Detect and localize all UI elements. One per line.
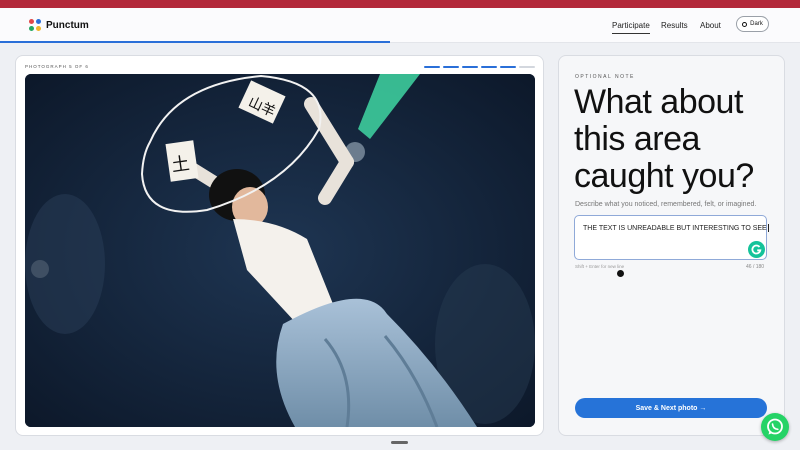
nav-results[interactable]: Results: [661, 21, 688, 30]
note-input-text: THE TEXT IS UNREADABLE BUT INTERESTING T…: [583, 224, 769, 232]
progress-segment: [500, 66, 516, 68]
progress-segment: [443, 66, 459, 68]
photograph[interactable]: 山羊 土: [25, 74, 535, 427]
photo-counter-label: PHOTOGRAPH 5 OF 6: [25, 64, 89, 69]
photo-progress: [424, 66, 538, 68]
site-header: Punctum Participate Results About Dark: [0, 8, 800, 43]
sign-text-left: 土: [170, 153, 191, 176]
note-description: Describe what you noticed, remembered, f…: [575, 201, 757, 208]
note-section-label: OPTIONAL NOTE: [575, 74, 635, 80]
whatsapp-button[interactable]: [761, 413, 789, 441]
top-accent-stripe: [0, 0, 800, 8]
grammarly-icon[interactable]: [748, 241, 765, 258]
note-input-value: THE TEXT IS UNREADABLE BUT INTERESTING T…: [583, 224, 767, 232]
save-next-button[interactable]: Save & Next photo →: [575, 398, 767, 418]
brand-logo[interactable]: Punctum: [29, 19, 89, 31]
theme-toggle-button[interactable]: Dark: [736, 16, 769, 32]
nav-participate[interactable]: Participate: [612, 21, 650, 34]
app-name: Punctum: [46, 19, 89, 31]
character-count: 46 / 180: [746, 264, 765, 270]
whatsapp-icon: [767, 418, 783, 435]
photograph-image: 山羊 土: [25, 74, 535, 427]
mouse-cursor-dot: [617, 270, 624, 277]
drag-handle[interactable]: [391, 441, 408, 444]
theme-toggle-label: Dark: [750, 21, 763, 27]
header-progress-line: [0, 41, 390, 43]
note-textarea[interactable]: THE TEXT IS UNREADABLE BUT INTERESTING T…: [574, 215, 769, 260]
note-question-title: What about this area caught you?: [574, 83, 754, 195]
text-caret: [767, 224, 769, 232]
grammarly-glyph: [751, 244, 762, 255]
punctum-logo-icon: [29, 19, 41, 31]
input-hint: Shift + Enter for new line: [575, 264, 625, 269]
progress-segment: [519, 66, 535, 68]
nav-about[interactable]: About: [700, 21, 721, 30]
progress-segment: [424, 66, 440, 68]
progress-segment: [481, 66, 497, 68]
ring-icon: [742, 21, 748, 27]
progress-segment: [462, 66, 478, 68]
